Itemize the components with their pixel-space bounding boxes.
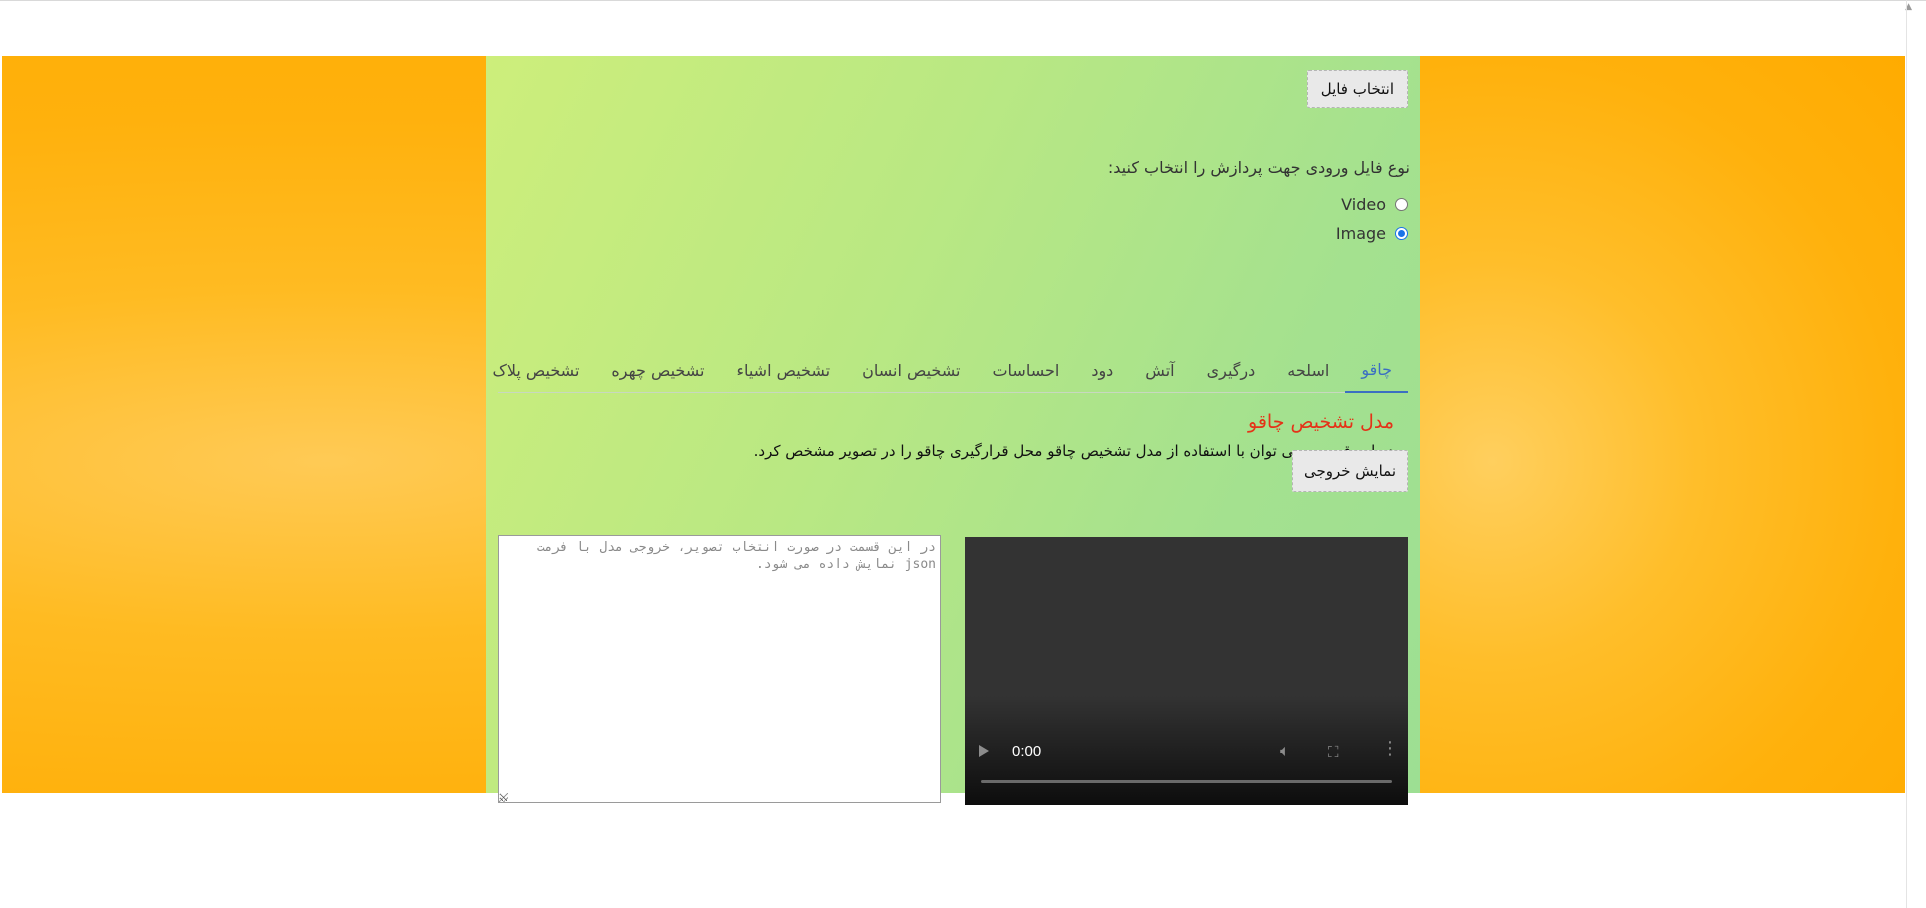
volume-icon[interactable]: 🔈︎: [1280, 741, 1290, 761]
tab-face-detection[interactable]: تشخیص چهره: [595, 348, 720, 392]
json-output-placeholder: در این قسمت در صورت انتخاب تصویر، خروجی …: [536, 540, 936, 572]
resize-handle-icon[interactable]: [499, 793, 508, 802]
json-output-textarea[interactable]: در این قسمت در صورت انتخاب تصویر، خروجی …: [498, 535, 941, 803]
video-radio[interactable]: [1395, 198, 1408, 211]
tab-smoke[interactable]: دود: [1075, 348, 1129, 392]
tab-fight[interactable]: درگیری: [1191, 348, 1272, 392]
image-radio[interactable]: [1395, 227, 1408, 240]
model-tabs: چاقو اسلحه درگیری آتش دود احساسات تشخیص …: [493, 348, 1408, 393]
play-icon[interactable]: [979, 745, 989, 757]
video-progress-bar[interactable]: [981, 780, 1392, 783]
show-output-button[interactable]: نمایش خروجی: [1291, 450, 1408, 492]
tab-emotions[interactable]: احساسات: [976, 348, 1075, 392]
radio-label-video: Video: [1341, 195, 1386, 214]
video-time: 0:00: [1012, 743, 1042, 760]
tab-fire[interactable]: آتش: [1129, 348, 1190, 392]
orange-right-glow: [1420, 56, 1905, 793]
radio-option-video[interactable]: Video: [1341, 195, 1408, 214]
video-player[interactable]: 0:00 🔈︎ ⛶ ⋮: [965, 537, 1408, 805]
input-type-prompt: نوع فایل ورودی جهت پردازش را انتخاب کنید…: [1107, 158, 1410, 177]
tab-knife[interactable]: چاقو: [1345, 348, 1408, 393]
tab-object-detection[interactable]: تشخیص اشیاء: [720, 348, 846, 392]
radio-label-image: Image: [1335, 224, 1386, 243]
choose-file-button[interactable]: انتخاب فایل: [1306, 70, 1408, 108]
model-title: مدل تشخیص چاقو: [1248, 411, 1394, 433]
fullscreen-icon[interactable]: ⛶: [1328, 743, 1339, 761]
tab-weapon[interactable]: اسلحه: [1271, 348, 1345, 392]
page-top-border: [0, 0, 1926, 4]
more-options-icon[interactable]: ⋮: [1381, 740, 1399, 758]
tab-plate-detection[interactable]: تشخیص پلاک: [477, 348, 596, 392]
tab-human-detection[interactable]: تشخیص انسان: [846, 348, 976, 392]
radio-option-image[interactable]: Image: [1336, 224, 1408, 243]
vertical-scrollbar[interactable]: [1906, 0, 1907, 908]
